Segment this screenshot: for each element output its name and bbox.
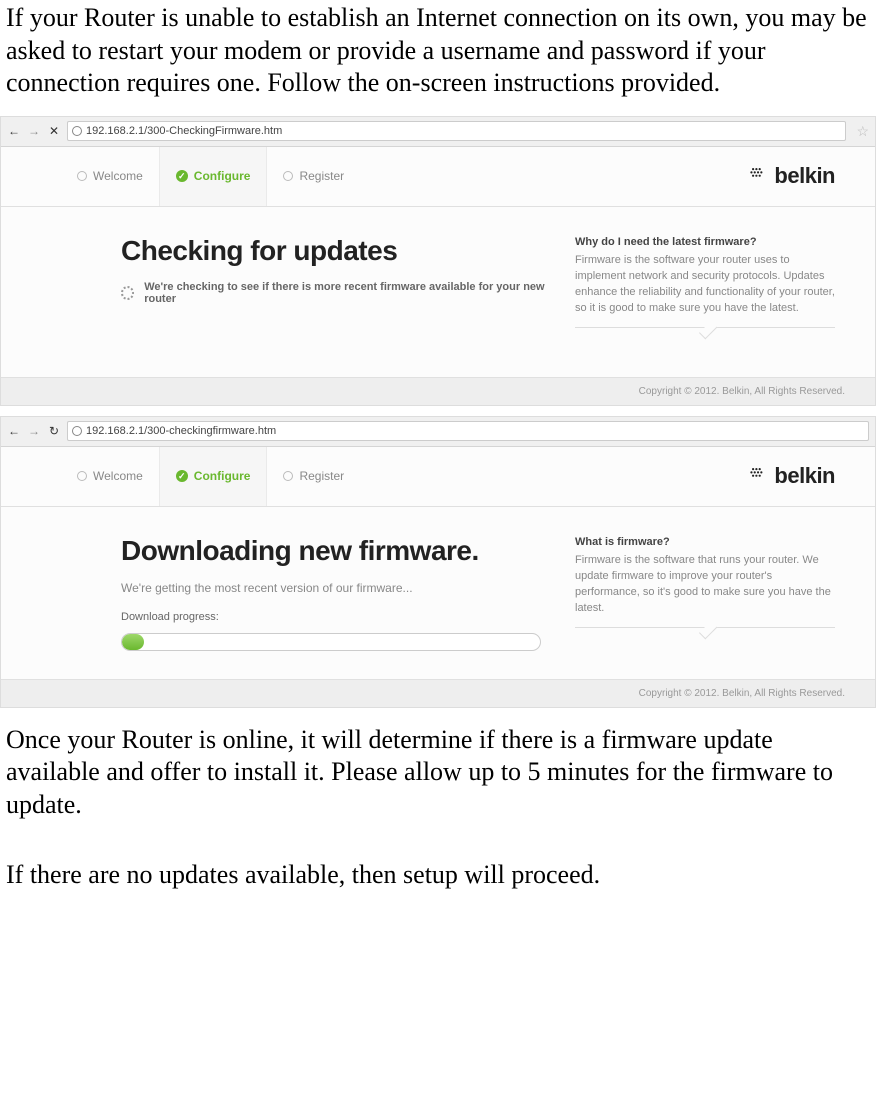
empty-circle-icon xyxy=(283,471,293,481)
globe-icon xyxy=(72,126,82,136)
url-text: 192.168.2.1/300-checkingfirmware.htm xyxy=(86,425,276,437)
sidebar-body: Firmware is the software your router use… xyxy=(575,253,835,317)
spinner-icon xyxy=(121,286,134,300)
belkin-logo: belkin xyxy=(750,163,835,189)
sidebar-info: Why do I need the latest firmware? Firmw… xyxy=(575,235,835,349)
url-input[interactable]: 192.168.2.1/300-checkingfirmware.htm xyxy=(67,421,869,441)
sidebar-body: Firmware is the software that runs your … xyxy=(575,553,835,617)
belkin-dots-icon xyxy=(750,467,770,485)
close-icon[interactable]: ✕ xyxy=(47,124,61,138)
sidebar-info: What is firmware? Firmware is the softwa… xyxy=(575,535,835,651)
step-configure[interactable]: ✓ Configure xyxy=(159,447,268,506)
back-icon[interactable]: ← xyxy=(7,424,21,438)
page-heading: Downloading new firmware. xyxy=(121,535,545,567)
step-label: Welcome xyxy=(93,469,143,483)
step-register[interactable]: Register xyxy=(267,447,360,506)
page-heading: Checking for updates xyxy=(121,235,545,267)
belkin-dots-icon xyxy=(750,167,770,185)
sidebar-title: Why do I need the latest firmware? xyxy=(575,235,835,251)
progress-label: Download progress: xyxy=(121,611,545,623)
wizard-header: Welcome ✓ Configure Register belkin xyxy=(1,147,875,207)
empty-circle-icon xyxy=(283,171,293,181)
copyright: Copyright © 2012. Belkin, All Rights Res… xyxy=(1,377,875,405)
url-input[interactable]: 192.168.2.1/300-CheckingFirmware.htm xyxy=(67,121,846,141)
sidebar-title: What is firmware? xyxy=(575,535,835,551)
step-register[interactable]: Register xyxy=(267,147,360,206)
back-icon[interactable]: ← xyxy=(7,124,21,138)
wizard-header: Welcome ✓ Configure Register belkin xyxy=(1,447,875,507)
callout-pointer-icon xyxy=(575,327,835,328)
url-text: 192.168.2.1/300-CheckingFirmware.htm xyxy=(86,125,282,137)
check-circle-icon: ✓ xyxy=(176,470,188,482)
step-label: Welcome xyxy=(93,169,143,183)
screenshot-checking-updates: ← → ✕ 192.168.2.1/300-CheckingFirmware.h… xyxy=(0,116,876,406)
browser-toolbar: ← → ✕ 192.168.2.1/300-CheckingFirmware.h… xyxy=(1,117,875,147)
globe-icon xyxy=(72,426,82,436)
forward-icon[interactable]: → xyxy=(27,424,41,438)
logo-text: belkin xyxy=(774,463,835,489)
empty-circle-icon xyxy=(77,171,87,181)
check-circle-icon: ✓ xyxy=(176,170,188,182)
page-body: Checking for updates We're checking to s… xyxy=(1,207,875,377)
reload-icon[interactable]: ↻ xyxy=(47,424,61,438)
screenshot-downloading-firmware: ← → ↻ 192.168.2.1/300-checkingfirmware.h… xyxy=(0,416,876,708)
step-welcome[interactable]: Welcome xyxy=(61,147,159,206)
outro-paragraph-2: If there are no updates available, then … xyxy=(0,829,876,908)
bookmark-star-icon[interactable]: ☆ xyxy=(856,123,869,140)
progress-bar xyxy=(121,633,541,651)
page-body: Downloading new firmware. We're getting … xyxy=(1,507,875,679)
progress-fill xyxy=(122,634,144,650)
step-label: Configure xyxy=(194,469,251,483)
step-label: Configure xyxy=(194,169,251,183)
outro-paragraph-1: Once your Router is online, it will dete… xyxy=(0,708,876,830)
browser-toolbar: ← → ↻ 192.168.2.1/300-checkingfirmware.h… xyxy=(1,417,875,447)
sub-text: We're getting the most recent version of… xyxy=(121,581,545,595)
intro-paragraph: If your Router is unable to establish an… xyxy=(0,0,876,116)
belkin-logo: belkin xyxy=(750,463,835,489)
step-label: Register xyxy=(299,169,344,183)
logo-text: belkin xyxy=(774,163,835,189)
callout-pointer-icon xyxy=(575,627,835,628)
forward-icon[interactable]: → xyxy=(27,124,41,138)
copyright: Copyright © 2012. Belkin, All Rights Res… xyxy=(1,679,875,707)
empty-circle-icon xyxy=(77,471,87,481)
step-welcome[interactable]: Welcome xyxy=(61,447,159,506)
step-configure[interactable]: ✓ Configure xyxy=(159,147,268,206)
status-text: We're checking to see if there is more r… xyxy=(144,281,545,305)
step-label: Register xyxy=(299,469,344,483)
